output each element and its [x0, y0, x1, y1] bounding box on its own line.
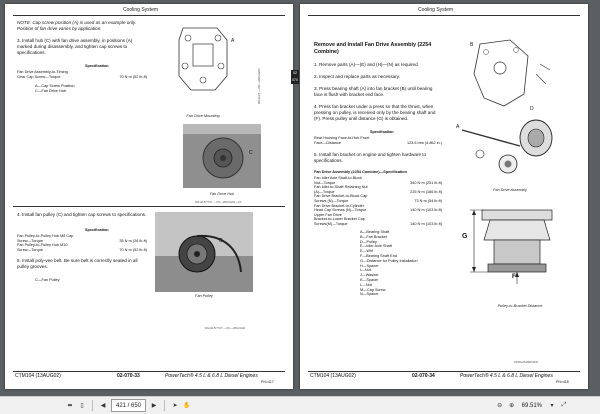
fig1-code: RG12L5 —UN—28AUG02 [257, 68, 261, 104]
svg-text:B: B [470, 42, 474, 48]
right-footer-sub: PN=418 [556, 380, 569, 384]
fig2-caption: Fan Drive Hub [209, 192, 235, 196]
footer-rule [13, 371, 285, 372]
left-spec1-title: Specification [85, 64, 109, 68]
left-legend2: C—Fan Pulley [35, 278, 60, 282]
right-fig-code: OPRG2540RD1PR [514, 360, 538, 364]
spec-row: Face—Distance 123.6 mm (4.862 in.) [314, 140, 442, 145]
fig1-caption: Fan Drive Mounting [186, 114, 220, 118]
fan-drive-mounting-drawing: A [178, 27, 235, 91]
svg-text:C: C [219, 238, 223, 244]
left-spec2-table: Fan Pulley-to-Pulley Hub M8 Cap Screw—To… [17, 234, 147, 252]
left-footer-right: PowerTech® 4.5 L & 6.8 L Diesel Engines [165, 373, 258, 379]
right-page: Cooling System Remove and Install Fan Dr… [300, 4, 588, 389]
right-footer-page: 02-070-34 [412, 373, 435, 379]
right-fig2-caption: Pulley-to-Bracket Distance [497, 304, 543, 308]
right-step-5: 5. Install fan bracket on engine and tig… [314, 152, 427, 163]
zoom-dropdown-icon[interactable]: ▾ [546, 400, 558, 412]
right-fig1-caption: Fan Drive Assembly [493, 188, 527, 192]
svg-text:A: A [456, 124, 460, 130]
footer-rule [308, 371, 580, 372]
zoom-level[interactable]: 69.51% [522, 403, 542, 409]
right-spec1-title: Specification [370, 130, 394, 134]
right-footer-left: CTM104 (13AUG02) [310, 373, 356, 379]
header-rule [308, 15, 580, 16]
fan-pulley-photo: C [155, 212, 253, 292]
fit-page-icon[interactable]: ▯ [76, 400, 88, 412]
left-note: NOTE: Cap screw position (A) is used as … [17, 20, 137, 31]
fan-pulley-drawing: C [155, 212, 253, 292]
pulley-bracket-distance-figure [450, 200, 568, 292]
svg-text:C: C [249, 150, 253, 156]
right-step-2: 2. Inspect and replace parts as necessar… [314, 74, 400, 79]
fit-width-icon[interactable]: ⬌ [64, 400, 76, 412]
left-step-4: 4. Install fan pulley (C) and tighten ca… [17, 212, 147, 217]
svg-text:A: A [231, 38, 235, 44]
right-step-1: 1. Remove parts (A)—(E) and (H)—(N) as r… [314, 62, 419, 67]
right-spec2-title: Fan Drive Assembly (2254 Combine)—Specif… [314, 170, 407, 174]
zoom-in-icon[interactable]: ⊕ [506, 400, 518, 412]
page-number-input[interactable]: 421 / 650 [111, 399, 147, 412]
spec-row: Screw—Torque 70 N·m (52 lb-ft) [17, 247, 147, 252]
left-page: Cooling System NOTE: Cap screw position … [5, 4, 293, 389]
hand-icon[interactable]: ✋ [181, 400, 193, 412]
spec-row: Gear Cap Screw—Torque 70 N·m (52 lb-ft) [17, 74, 147, 79]
next-page-icon[interactable]: ▶ [148, 400, 160, 412]
document-viewer[interactable]: Cooling System NOTE: Cap screw position … [0, 0, 600, 396]
left-footer-page: 02-070-33 [117, 373, 140, 379]
fan-drive-mounting-figure: A [155, 20, 251, 104]
right-step-3: 3. Press bearing shaft (A) into fan brac… [314, 86, 433, 97]
maximize-icon[interactable]: ⤢ [558, 400, 570, 412]
pulley-bracket-distance-drawing [470, 209, 553, 284]
dimension-label-f: F [512, 274, 516, 280]
dimension-label-g: G [462, 233, 468, 240]
fig2-code: RG12L5/7747 —UN—28AUG02—24 [195, 200, 242, 204]
fan-drive-hub-drawing: C [183, 124, 261, 188]
left-step-3: 3. Install hub (C) with fan drive assemb… [17, 38, 133, 55]
svg-text:D: D [530, 106, 534, 112]
right-legend: A—Bearing Shaft B—Fan Bracket D—Pulley E… [360, 230, 418, 297]
prev-page-icon[interactable]: ◀ [97, 400, 109, 412]
spec-row: Screws(M)—Torque 140 N·m (103 lb-ft) [314, 221, 442, 226]
left-page-header: Cooling System [123, 7, 159, 13]
right-title: Remove and Install Fan Drive Assembly (2… [314, 42, 432, 55]
divider [92, 400, 93, 411]
fan-drive-assembly-drawing: A D B [456, 39, 553, 174]
status-bar: ⬌ ▯ ◀ 421 / 650 ▶ ➤ ✋ ⊖ ⊕ 69.51% ▾ ⤢ [0, 396, 600, 414]
left-legend1: A—Cap Screw Position C—Fan Drive Hub [35, 84, 75, 93]
divider [164, 400, 166, 411]
right-page-header: Cooling System [418, 7, 454, 13]
zoom-out-icon[interactable]: ⊖ [494, 400, 506, 412]
left-footer-left: CTM104 (13AUG02) [15, 373, 61, 379]
left-spec1-table: Fan Drive Assembly-to-Timing Gear Cap Sc… [17, 70, 147, 79]
right-spec2-table: Fan Idler Axle Shaft-to-Block Nut—Torque… [314, 176, 442, 227]
header-rule [13, 15, 285, 16]
fig3-code: RG12L5/7747 —UN—28AUG02 [205, 326, 246, 330]
section-rule [13, 206, 285, 207]
right-footer-right: PowerTech® 4.5 L & 6.8 L Diesel Engines [460, 373, 553, 379]
left-spec2-title: Specification [85, 228, 109, 232]
right-spec1-table: Rear Housing Face-to-Hub Front Face—Dist… [314, 136, 442, 145]
right-step-4: 4. Press fan bracket under a press so th… [314, 104, 436, 121]
section-tab: 02 070 [291, 70, 299, 84]
fan-drive-hub-photo: C [183, 124, 261, 188]
fan-drive-assembly-figure: A D B [450, 34, 568, 184]
cursor-icon[interactable]: ➤ [169, 400, 181, 412]
left-footer-sub: PN=417 [261, 380, 274, 384]
fig3-caption: Fan Pulley [195, 294, 213, 298]
left-step-5: 5. Install poly-vee belt. Be sure belt i… [17, 258, 138, 269]
